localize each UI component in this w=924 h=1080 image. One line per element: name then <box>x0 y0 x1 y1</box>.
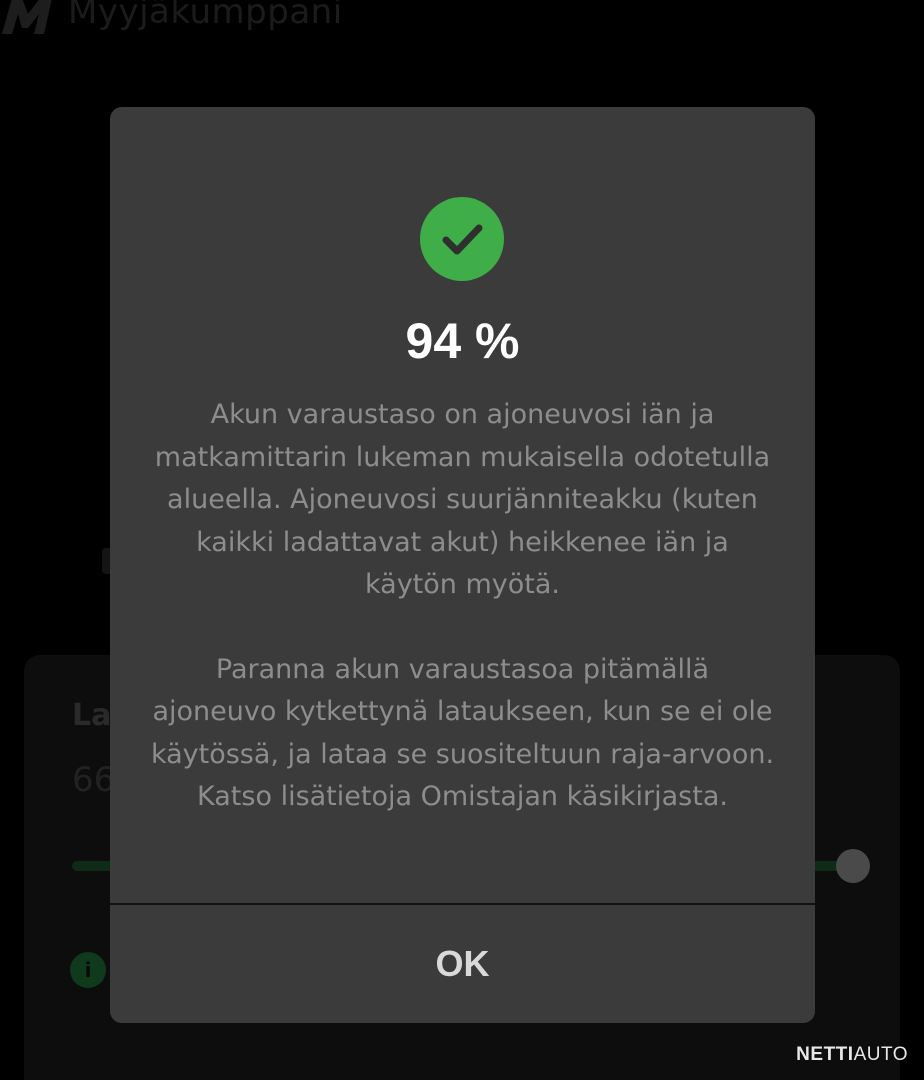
watermark-part-2: AUTO <box>853 1044 908 1065</box>
dialog-paragraph-1: Akun varaustaso on ajoneuvosi iän ja mat… <box>154 399 771 600</box>
dialog-content: 94 % Akun varaustaso on ajoneuvosi iän j… <box>110 107 815 903</box>
ok-button[interactable]: OK <box>110 905 815 1023</box>
background-card-title: La <box>72 698 112 733</box>
checkmark-icon <box>442 224 483 255</box>
battery-percent: 94 % <box>405 313 520 369</box>
app-header: Myyjäkumppani <box>0 0 924 50</box>
brand-name: Myyjäkumppani <box>68 0 343 32</box>
watermark-part-1: NETTI <box>796 1044 854 1065</box>
check-circle-icon <box>420 197 504 281</box>
dialog-paragraph-2: Paranna akun varaustasoa pitämällä ajone… <box>150 653 775 813</box>
brand-logo-icon <box>2 0 52 34</box>
info-icon: i <box>70 952 106 988</box>
dialog-message: Akun varaustaso on ajoneuvosi iän ja mat… <box>150 394 775 819</box>
battery-health-dialog: 94 % Akun varaustaso on ajoneuvosi iän j… <box>110 107 815 1023</box>
background-slider-thumb <box>836 849 870 883</box>
background-card-value: 66 <box>72 760 116 800</box>
nettiauto-watermark: NETTIAUTO <box>796 1044 908 1066</box>
app-screen: Myyjäkumppani La 66 i 94 % Akun varausta… <box>0 0 924 1080</box>
